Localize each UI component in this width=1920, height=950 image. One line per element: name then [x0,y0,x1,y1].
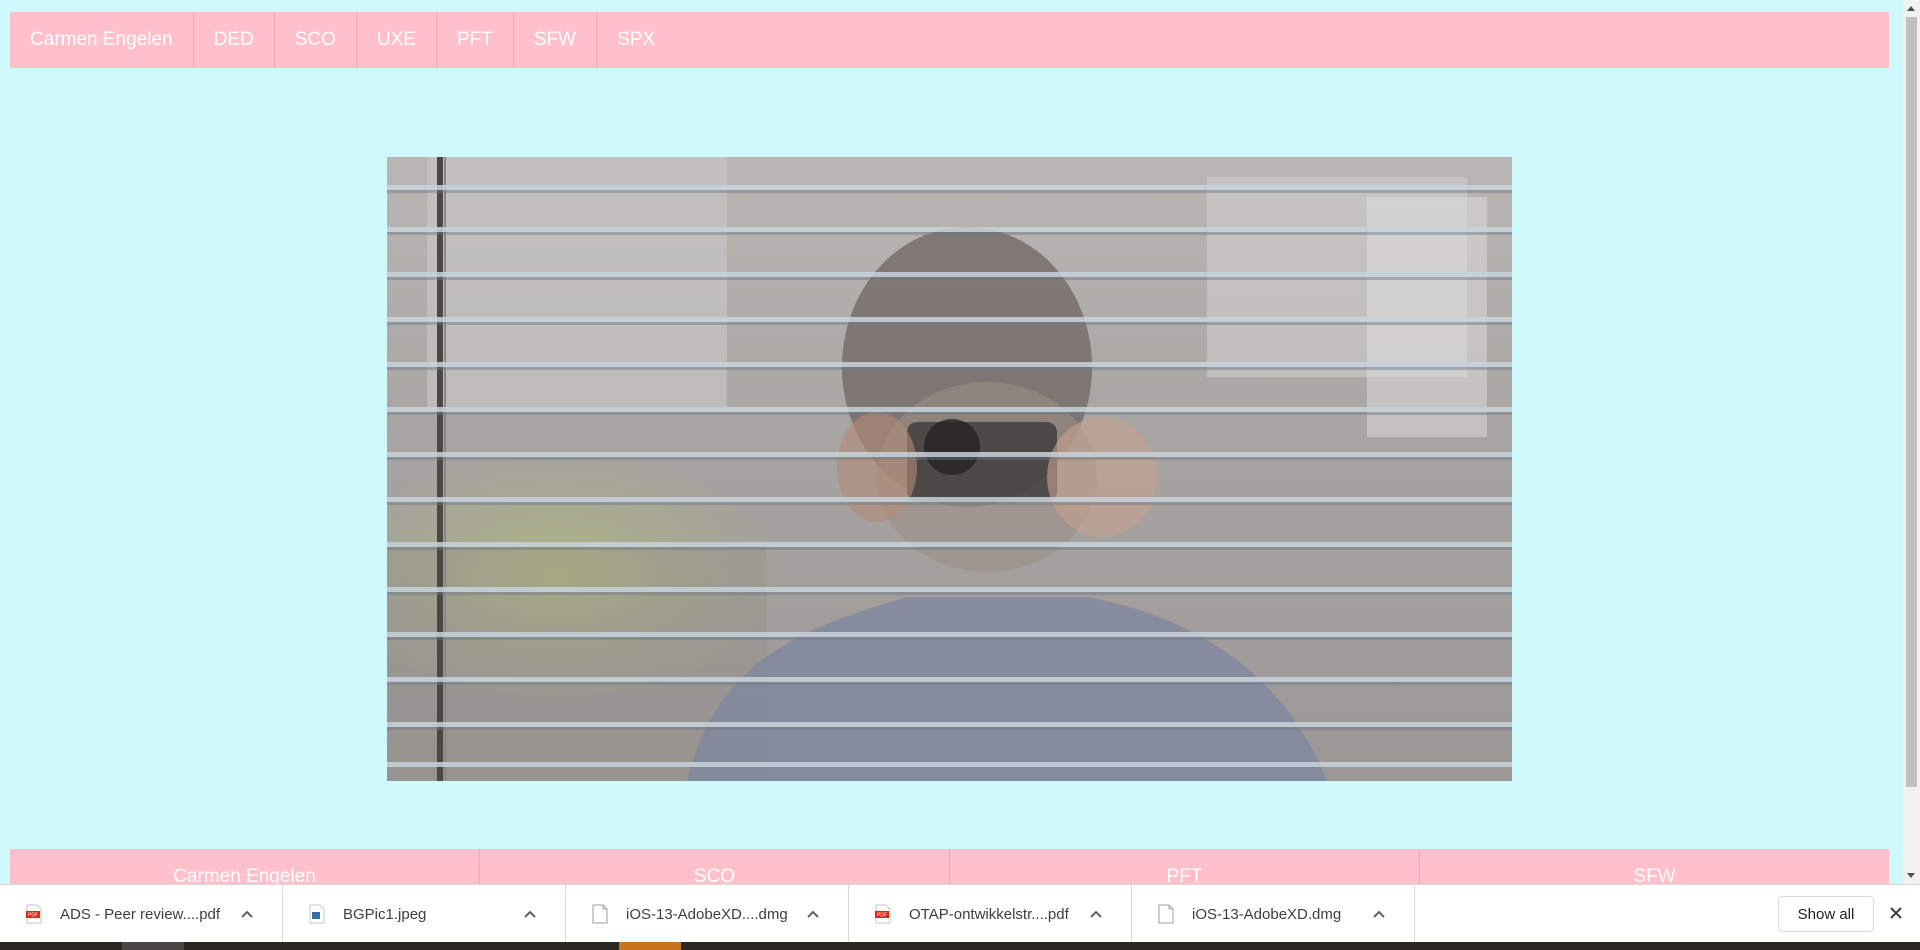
chevron-up-icon[interactable] [1372,909,1386,919]
pdf-file-icon: PDF [875,904,891,924]
download-filename: iOS-13-AdobeXD....dmg [626,905,788,923]
chevron-up-icon[interactable] [1089,909,1103,919]
download-filename: ADS - Peer review....pdf [60,905,221,923]
os-taskbar [0,942,1920,950]
taskbar-app[interactable] [122,942,184,950]
generic-file-icon [1158,904,1174,924]
bottom-nav: Carmen Engelen SCO PFT SFW [10,849,1889,884]
close-icon[interactable] [1888,905,1904,921]
download-shelf: PDF ADS - Peer review....pdf BGPic1.jpeg… [0,884,1920,943]
nav-brand-link[interactable]: Carmen Engelen [10,12,194,68]
nav-item-sfw[interactable]: SFW [514,12,598,68]
download-item[interactable]: BGPic1.jpeg [283,885,566,943]
bottom-nav-item-sfw[interactable]: SFW [1420,849,1889,884]
scrollbar-thumb[interactable] [1906,17,1917,787]
bottom-nav-item-pft[interactable]: PFT [950,849,1420,884]
generic-file-icon [592,904,608,924]
vertical-scrollbar[interactable] [1903,0,1920,884]
chevron-up-icon[interactable] [523,909,537,919]
image-file-icon [309,904,325,924]
nav-item-spx[interactable]: SPX [597,12,675,68]
nav-item-ded[interactable]: DED [194,12,275,68]
download-item[interactable]: PDF OTAP-ontwikkelstr....pdf [849,885,1132,943]
download-filename: BGPic1.jpeg [343,905,427,923]
scroll-up-arrow-icon[interactable] [1907,6,1915,11]
photo-illustration [387,157,1512,781]
download-item[interactable]: iOS-13-AdobeXD....dmg [566,885,849,943]
download-filename: iOS-13-AdobeXD.dmg [1192,905,1342,923]
show-all-downloads-button[interactable]: Show all [1778,896,1874,932]
svg-text:PDF: PDF [877,913,887,919]
chevron-up-icon[interactable] [806,909,820,919]
top-nav: Carmen Engelen DED SCO UXE PFT SFW SPX [10,12,1889,68]
nav-item-sco[interactable]: SCO [275,12,357,68]
download-item[interactable]: iOS-13-AdobeXD.dmg [1132,885,1415,943]
download-filename: OTAP-ontwikkelstr....pdf [909,905,1069,923]
bottom-nav-item-sco[interactable]: SCO [480,849,950,884]
bottom-nav-brand-link[interactable]: Carmen Engelen [10,849,480,884]
nav-item-uxe[interactable]: UXE [357,12,437,68]
pdf-file-icon: PDF [26,904,42,924]
taskbar-app[interactable] [619,942,681,950]
hero-photo [387,157,1512,781]
nav-item-pft[interactable]: PFT [437,12,514,68]
svg-text:PDF: PDF [28,913,38,919]
scroll-down-arrow-icon[interactable] [1907,873,1915,878]
chevron-up-icon[interactable] [240,909,254,919]
download-item[interactable]: PDF ADS - Peer review....pdf [0,885,283,943]
